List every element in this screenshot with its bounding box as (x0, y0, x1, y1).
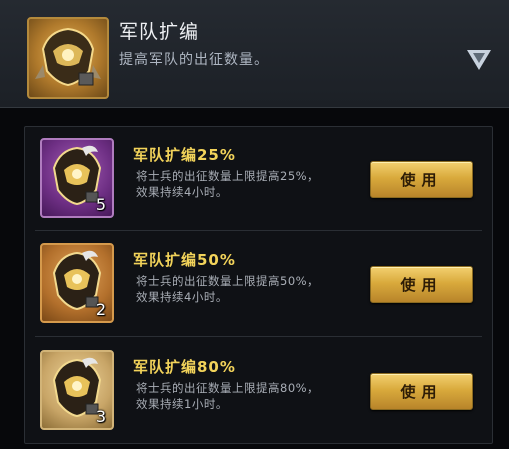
use-button[interactable]: 使用 (370, 266, 473, 303)
item-title: 军队扩编25% (133, 146, 236, 164)
list-item: 3 军队扩编80% 将士兵的出征数量上限提高80%， 效果持续1小时。 使用 (25, 339, 492, 439)
list-item: 2 军队扩编50% 将士兵的出征数量上限提高50%， 效果持续4小时。 使用 (25, 232, 492, 332)
item-title: 军队扩编50% (133, 251, 236, 269)
armored-helmet-icon: 3 (40, 350, 114, 430)
item-description-line: 将士兵的出征数量上限提高25%， (136, 169, 320, 183)
collapse-button[interactable] (462, 42, 496, 76)
chevron-down-icon (467, 50, 491, 70)
item-count: 3 (95, 407, 106, 426)
buff-header[interactable]: 军队扩编 提高军队的出征数量。 (0, 0, 509, 108)
item-description: 将士兵的出征数量上限提高80%， 效果持续1小时。 (136, 380, 356, 412)
item-count: 5 (95, 195, 106, 214)
item-description: 将士兵的出征数量上限提高25%， 效果持续4小时。 (136, 168, 356, 200)
item-description-line: 将士兵的出征数量上限提高50%， (136, 274, 320, 288)
armored-helmet-icon (27, 17, 109, 99)
list-item: 5 军队扩编25% 将士兵的出征数量上限提高25%， 效果持续4小时。 使用 (25, 127, 492, 227)
item-count: 2 (95, 300, 106, 319)
armored-helmet-icon: 2 (40, 243, 114, 323)
buff-item-list: 5 军队扩编25% 将士兵的出征数量上限提高25%， 效果持续4小时。 使用 2… (24, 126, 493, 444)
armored-helmet-icon: 5 (40, 138, 114, 218)
header-description: 提高军队的出征数量。 (119, 52, 269, 68)
use-button[interactable]: 使用 (370, 161, 473, 198)
divider (35, 336, 482, 337)
item-description-line: 将士兵的出征数量上限提高80%， (136, 381, 320, 395)
item-description-line: 效果持续4小时。 (136, 290, 228, 304)
item-title: 军队扩编80% (133, 358, 236, 376)
divider (35, 230, 482, 231)
use-button[interactable]: 使用 (370, 373, 473, 410)
item-description-line: 效果持续4小时。 (136, 185, 228, 199)
header-title: 军队扩编 (119, 21, 200, 43)
item-description-line: 效果持续1小时。 (136, 397, 228, 411)
item-description: 将士兵的出征数量上限提高50%， 效果持续4小时。 (136, 273, 356, 305)
